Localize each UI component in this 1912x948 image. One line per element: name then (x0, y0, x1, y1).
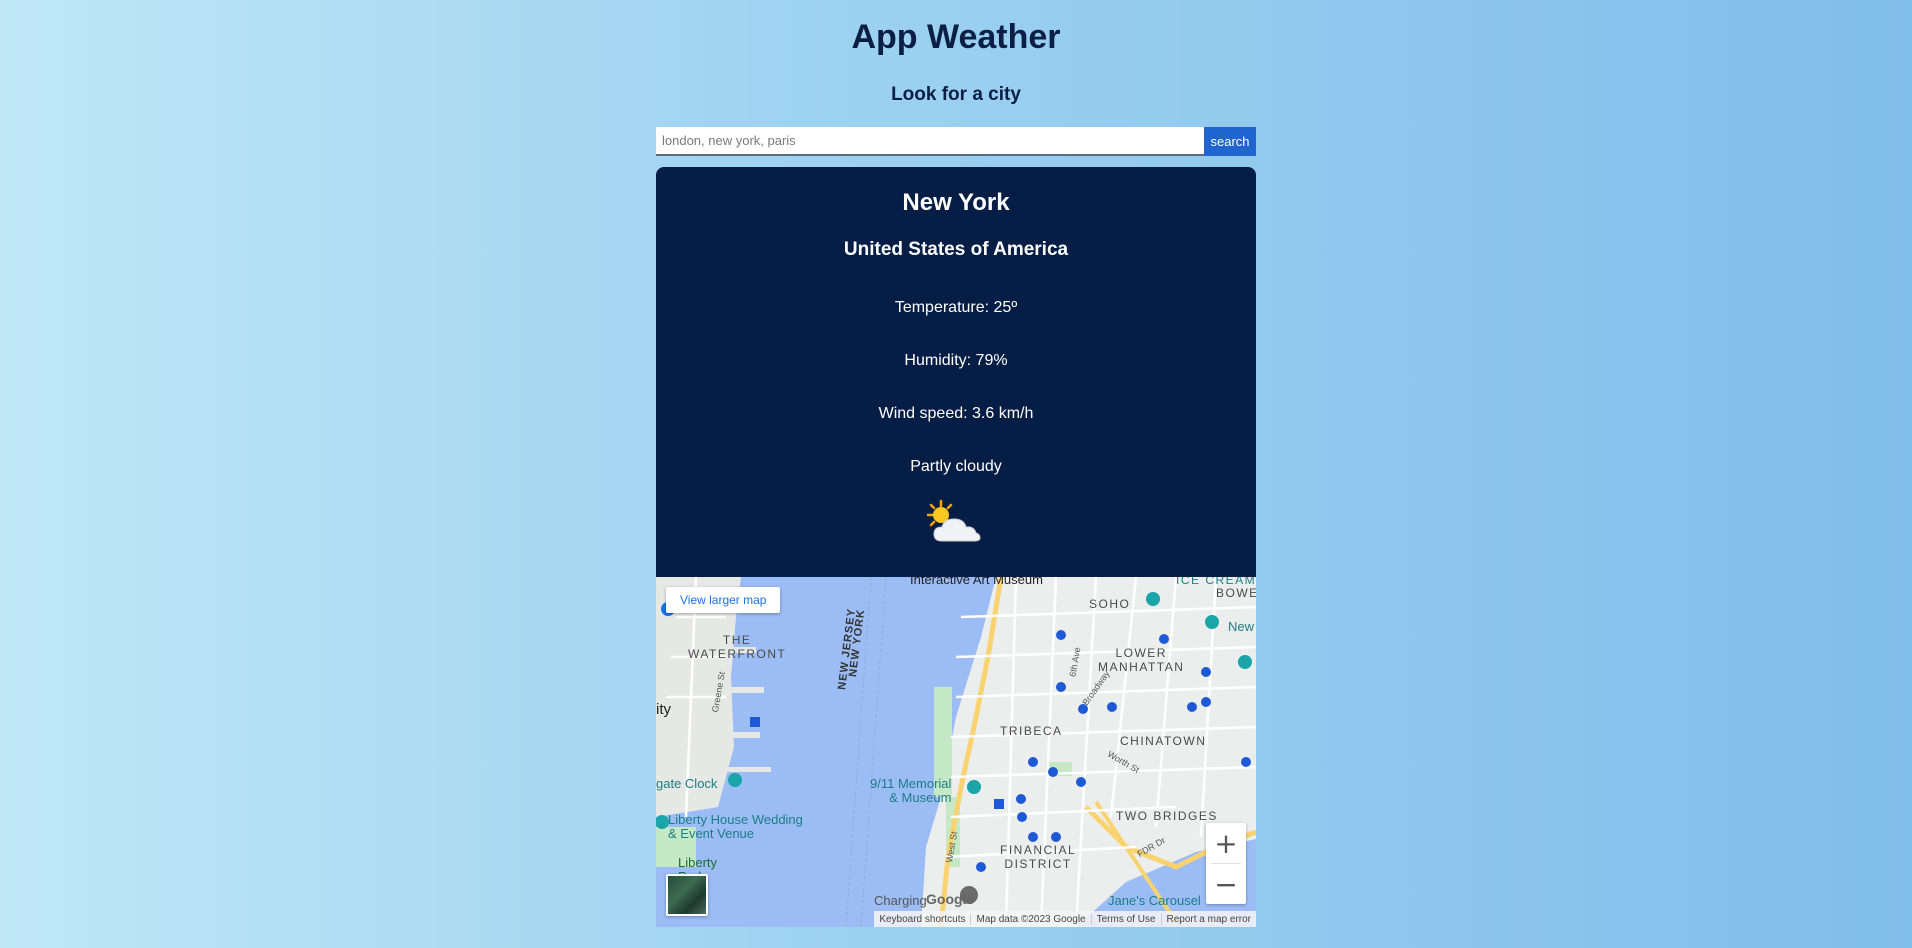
map-label-waterfront: THE WATERFRONT (688, 633, 787, 661)
search-bar: search (656, 127, 1256, 156)
humidity-text: Humidity: 79% (904, 352, 1008, 369)
report-map-error-link[interactable]: Report a map error (1160, 913, 1256, 925)
map-label-janes-carousel: Jane's Carousel (1108, 893, 1201, 908)
map-label-soho: SOHO (1089, 597, 1131, 611)
map-label-liberty-house: Liberty House Wedding & Event Venue (668, 812, 803, 841)
map-label-bowe: BOWE (1216, 586, 1256, 600)
map-label-chinatown: CHINATOWN (1120, 734, 1207, 748)
google-map[interactable]: View larger map Interactive Art Museum I… (656, 577, 1256, 927)
google-logo: Google (926, 891, 975, 907)
map-label-art-museum: Interactive Art Museum (910, 577, 1043, 587)
country-name: United States of America (843, 239, 1069, 260)
map-data-text: Map data ©2023 Google (970, 913, 1090, 925)
temperature-text: Temperature: 25º (894, 299, 1018, 316)
map-label-new: New (1228, 619, 1255, 634)
app-title: App Weather (851, 18, 1061, 56)
map-label-charging: Charging (874, 893, 927, 908)
city-name: New York (902, 189, 1010, 216)
view-larger-map-link[interactable]: View larger map (666, 587, 781, 613)
partly-cloudy-icon (926, 499, 981, 542)
map-attribution: Keyboard shortcuts Map data ©2023 Google… (874, 911, 1256, 927)
condition-text: Partly cloudy (910, 458, 1002, 475)
satellite-toggle-button[interactable] (666, 874, 708, 916)
map-label-two-bridges: TWO BRIDGES (1116, 809, 1218, 823)
map-zoom-controls: + − (1206, 823, 1246, 904)
map-label-financial-district: FINANCIAL DISTRICT (1000, 843, 1077, 871)
weather-card: New York United States of America Temper… (656, 167, 1256, 577)
wind-speed-text: Wind speed: 3.6 km/h (878, 405, 1034, 422)
map-label-city: ity (656, 701, 671, 718)
zoom-out-button[interactable]: − (1206, 864, 1246, 904)
search-button[interactable]: search (1204, 127, 1256, 156)
map-canvas (656, 577, 1256, 927)
keyboard-shortcuts-link[interactable]: Keyboard shortcuts (874, 914, 970, 925)
map-label-tribeca: TRIBECA (1000, 724, 1063, 738)
map-label-gate-clock: gate Clock (656, 776, 718, 791)
terms-of-use-link[interactable]: Terms of Use (1090, 913, 1161, 925)
search-heading: Look for a city (891, 84, 1021, 105)
zoom-in-button[interactable]: + (1206, 823, 1246, 863)
map-label-911-memorial: 9/11 Memorial & Museum (870, 776, 952, 805)
map-label-lower-manhattan: LOWER MANHATTAN (1098, 646, 1185, 674)
city-search-input[interactable] (656, 127, 1204, 156)
